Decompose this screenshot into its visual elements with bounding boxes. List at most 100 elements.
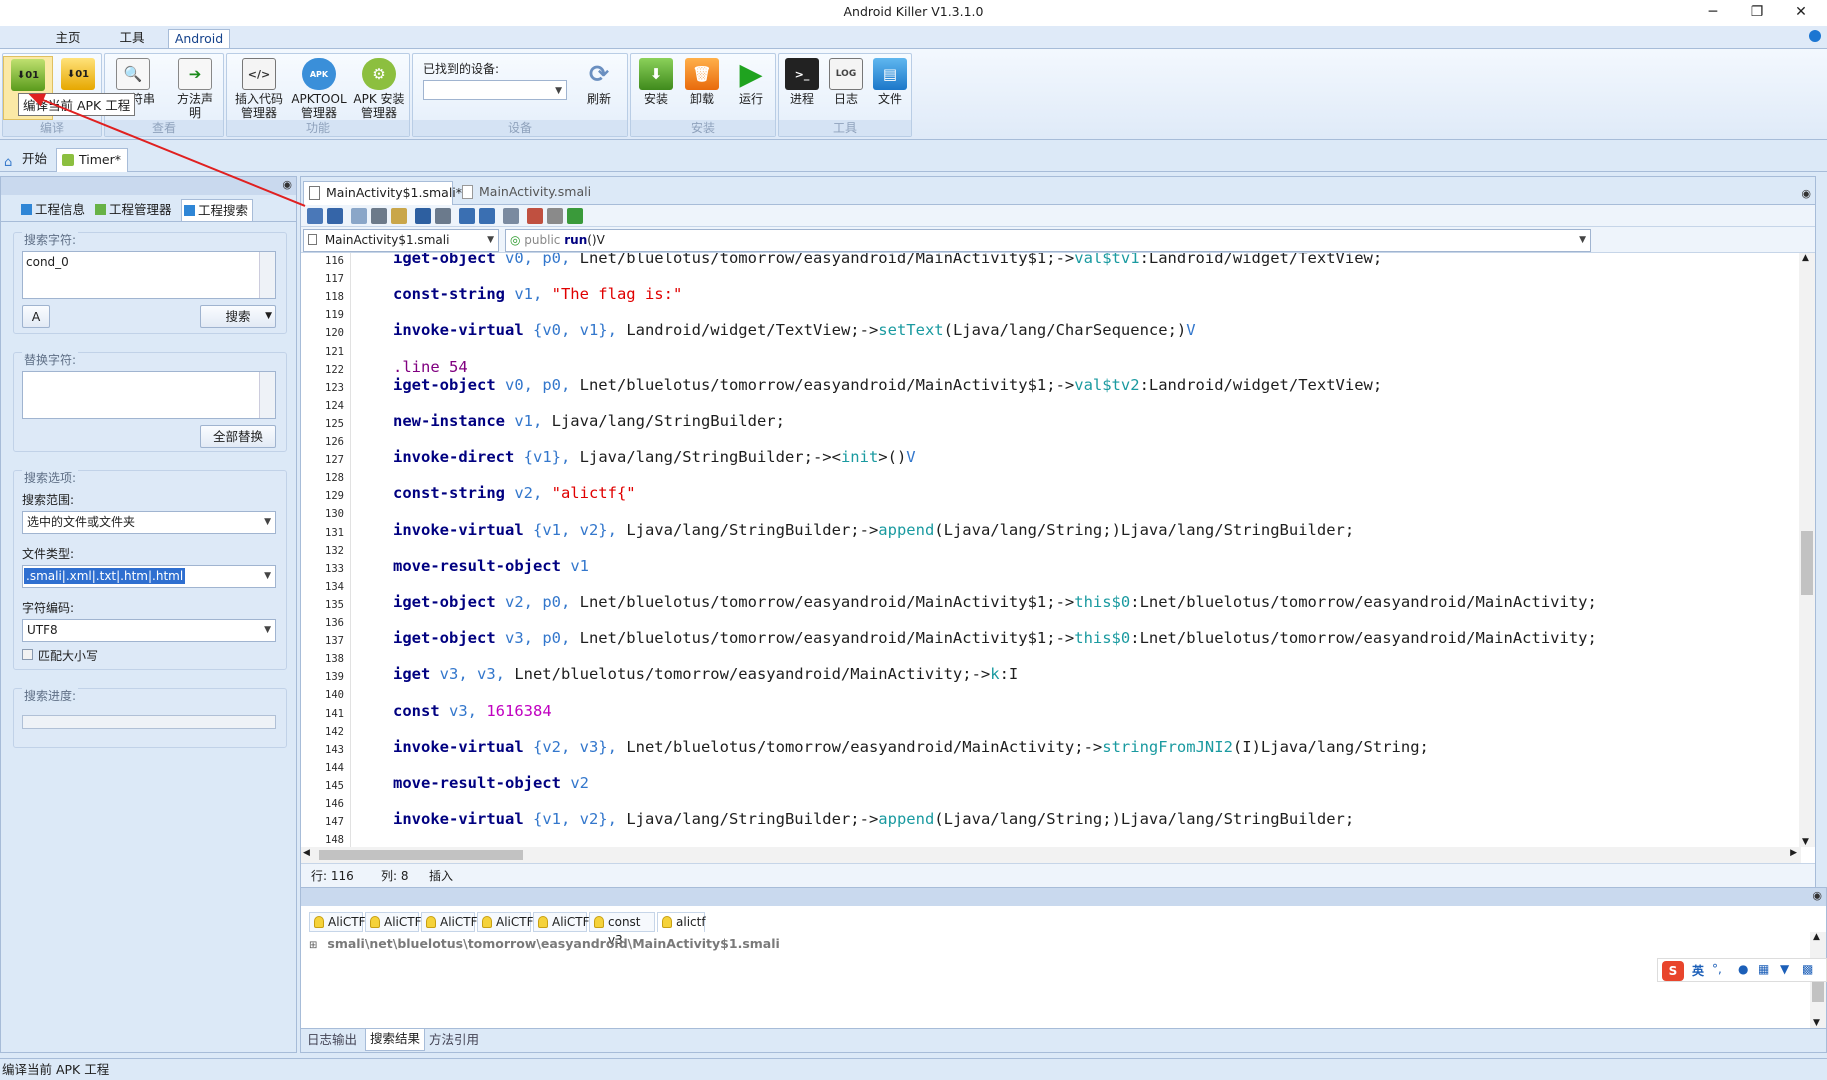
scroll-left-icon[interactable]: ◀ [303, 848, 310, 858]
tab-android[interactable]: Android [168, 29, 230, 49]
lock-icon[interactable] [307, 208, 323, 224]
result-tree-item[interactable]: ⊞ smali\net\bluelotus\tomorrow\easyandro… [309, 936, 780, 951]
search-input-scrollbar[interactable] [259, 252, 275, 298]
code-token: v0, p0, [495, 375, 571, 394]
match-case-checkbox[interactable] [22, 649, 33, 660]
device-select[interactable]: ▼ [423, 80, 567, 100]
scope-select[interactable]: 选中的文件或文件夹 ▼ [22, 511, 276, 534]
search-input[interactable]: cond_0 [22, 251, 276, 299]
scroll-up-icon[interactable]: ▲ [1802, 253, 1809, 263]
result-tab[interactable]: AliCTF [309, 912, 366, 932]
result-tab-label: AliCTF [496, 915, 534, 929]
search-button[interactable]: 搜索 ▼ [200, 305, 276, 328]
search-progress-bar [22, 715, 276, 729]
code-line: const-string v1, "The flag is:" [393, 285, 682, 303]
copy-icon[interactable] [351, 208, 367, 224]
save-icon[interactable] [327, 208, 343, 224]
process-button[interactable]: >_ 进程 [781, 56, 823, 120]
restore-icon[interactable]: ❐ [1735, 0, 1779, 24]
method-declaration-button[interactable]: ➔ 方法声 明 [167, 56, 223, 120]
list-icon[interactable] [547, 208, 563, 224]
tree-icon[interactable] [567, 208, 583, 224]
close-icon[interactable]: ✕ [1779, 0, 1823, 24]
result-tab[interactable]: AliCTF [533, 912, 590, 932]
redo-icon[interactable] [435, 208, 451, 224]
keyboard-icon[interactable]: ▦ [1758, 962, 1769, 976]
scroll-down-icon[interactable]: ▼ [1813, 1018, 1820, 1028]
expand-icon[interactable]: ⊞ [309, 940, 317, 951]
tab-search-results[interactable]: 搜索结果 [365, 1029, 426, 1051]
refresh-button[interactable]: ⟳ 刷新 [573, 56, 625, 120]
install-button[interactable]: ⬇ 安装 [633, 56, 679, 120]
tab-project-search[interactable]: 工程搜索 [181, 199, 253, 221]
encoding-select[interactable]: UTF8 ▼ [22, 619, 276, 642]
project-tab-row: ⌂ 开始 Timer* [0, 144, 1827, 172]
undo-icon[interactable] [415, 208, 431, 224]
back-icon[interactable] [459, 208, 475, 224]
tab-mainactivity-smali[interactable]: MainActivity.smali [457, 181, 597, 205]
replace-input-scrollbar[interactable] [259, 372, 275, 418]
grid-icon[interactable]: ▩ [1802, 962, 1813, 976]
eye-icon[interactable]: ◉ [1812, 889, 1822, 902]
result-tab[interactable]: alictf [657, 912, 706, 932]
chevron-down-icon: ▼ [264, 571, 271, 581]
code-token: v3, [439, 701, 477, 720]
paste-icon[interactable] [391, 208, 407, 224]
scroll-right-icon[interactable]: ▶ [1790, 848, 1797, 858]
tab-method-references[interactable]: 方法引用 [429, 1030, 479, 1052]
help-icon[interactable] [1809, 30, 1821, 42]
code-editor[interactable]: 116 117 118 119 120 121 122 123 124 125 126 127 128 1… [301, 253, 1801, 847]
filetype-select[interactable]: .smali|.xml|.txt|.htm|.html ▼ [22, 565, 276, 588]
code-token: Lnet/bluelotus/tomorrow/easyandroid/Main… [504, 665, 991, 684]
result-tab[interactable]: AliCTF [421, 912, 478, 932]
sogou-icon[interactable]: S [1662, 961, 1684, 981]
uninstall-button[interactable]: 🗑 卸载 [679, 56, 725, 120]
editor-horizontal-scrollbar[interactable]: ◀ ▶ [301, 847, 1801, 863]
run-button[interactable]: ▶ 运行 [727, 56, 775, 120]
log-button[interactable]: LOG 日志 [825, 56, 867, 120]
eye-icon[interactable]: ◉ [1801, 187, 1811, 200]
file-button[interactable]: ▤ 文件 [869, 56, 911, 120]
method-select[interactable]: ◎ public run()V ▼ [505, 229, 1591, 252]
cut-icon[interactable] [371, 208, 387, 224]
format-icon[interactable] [503, 208, 519, 224]
replace-all-button[interactable]: 全部替换 [200, 425, 276, 448]
microphone-icon[interactable]: ● [1738, 962, 1748, 976]
result-tab[interactable]: const v3 [589, 912, 655, 947]
tab-home[interactable]: 主页 [46, 29, 90, 49]
tab-start[interactable]: ⌂ 开始 [0, 148, 54, 172]
code-token: const-string [393, 285, 505, 304]
replace-input[interactable] [22, 371, 276, 419]
apktool-manager-button[interactable]: APK APKTOOL 管理器 [289, 56, 349, 120]
minimize-icon[interactable]: ─ [1691, 0, 1735, 24]
scroll-up-icon[interactable]: ▲ [1813, 932, 1820, 942]
forward-icon[interactable] [479, 208, 495, 224]
result-tab[interactable]: AliCTF [477, 912, 534, 932]
tab-log-output[interactable]: 日志输出 [307, 1030, 357, 1052]
line-number: 134 [325, 580, 344, 593]
line-number: 141 [325, 707, 344, 720]
eye-icon[interactable]: ◉ [282, 178, 292, 191]
insert-code-manager-button[interactable]: </> 插入代码 管理器 [229, 56, 289, 120]
scroll-down-icon[interactable]: ▼ [1802, 837, 1809, 847]
java-icon[interactable] [527, 208, 543, 224]
code-token: append [878, 810, 935, 829]
lightbulb-icon [594, 916, 604, 928]
file-select[interactable]: MainActivity$1.smali ▼ [303, 229, 499, 252]
editor-vertical-scrollbar[interactable]: ▲ ▼ [1799, 253, 1815, 847]
ime-toolbar[interactable]: S 英 °, ● ▦ ▼ ▩ [1657, 958, 1827, 982]
regex-button[interactable]: A [22, 305, 50, 328]
tab-project-info[interactable]: 工程信息 [19, 199, 89, 221]
code-token: Lnet/bluelotus/tomorrow/easyandroid/Main… [570, 629, 1075, 648]
terminal-icon: >_ [785, 58, 819, 90]
scroll-thumb[interactable] [1801, 531, 1813, 595]
tab-project-manager[interactable]: 工程管理器 [93, 199, 177, 221]
hscroll-thumb[interactable] [319, 850, 523, 860]
apk-install-manager-button[interactable]: ⚙ APK 安装 管理器 [349, 56, 409, 120]
tab-tools[interactable]: 工具 [110, 29, 154, 49]
skin-icon[interactable]: ▼ [1780, 962, 1789, 976]
tab-mainactivity1-smali[interactable]: MainActivity$1.smali* [303, 181, 462, 205]
result-tab[interactable]: AliCTF [365, 912, 422, 932]
code-token: "alictf{" [542, 484, 636, 503]
tab-timer-project[interactable]: Timer* [56, 148, 128, 172]
